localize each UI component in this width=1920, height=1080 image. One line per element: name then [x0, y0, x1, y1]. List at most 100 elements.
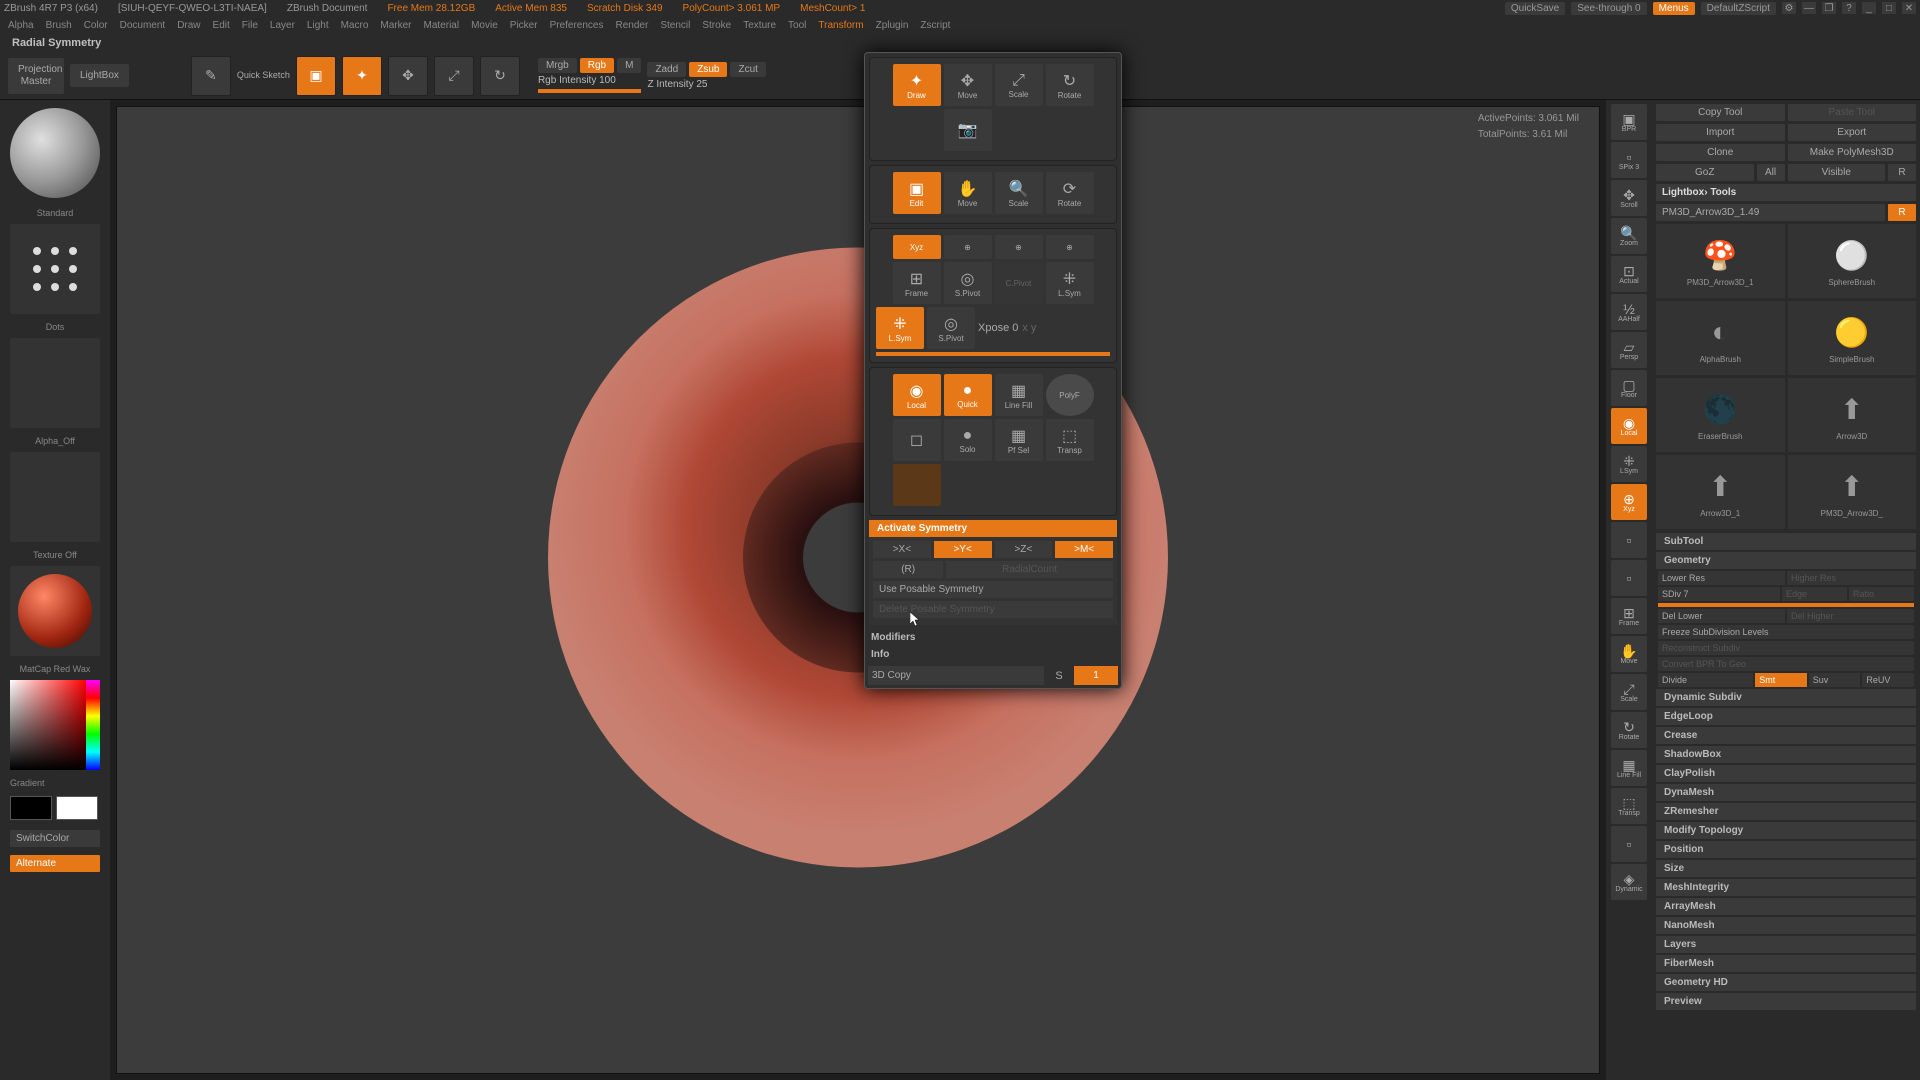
shelf-persp[interactable]: ▱Persp [1611, 332, 1647, 368]
maximize-window-icon[interactable]: □ [1882, 2, 1896, 14]
help-icon[interactable]: ? [1842, 2, 1856, 14]
goz-button[interactable]: GoZ [1656, 164, 1754, 181]
tool-tile-alphabrush[interactable]: ◐AlphaBrush [1656, 301, 1785, 375]
goz-all-button[interactable]: All [1757, 164, 1785, 181]
spivot2-button[interactable]: ◎S.Pivot [927, 307, 975, 349]
menu-color[interactable]: Color [84, 20, 108, 31]
color-picker[interactable] [10, 680, 100, 770]
canvas-viewport[interactable]: ActivePoints: 3.061 Mil TotalPoints: 3.6… [116, 106, 1600, 1074]
gradient-label[interactable]: Gradient [4, 778, 106, 788]
freeze-subdiv-button[interactable]: Freeze SubDivision Levels [1658, 625, 1914, 639]
quick-button[interactable]: ●Quick [944, 374, 992, 416]
shelf-spix-3[interactable]: ▫SPix 3 [1611, 142, 1647, 178]
accordion-shadowbox[interactable]: ShadowBox [1656, 746, 1916, 763]
close-window-icon[interactable]: ✕ [1902, 2, 1916, 14]
divide-button[interactable]: Divide [1658, 673, 1753, 687]
del-higher-button[interactable]: Del Higher [1787, 609, 1914, 623]
tool-tile-pm3d-arrow3d-[interactable]: ⬆PM3D_Arrow3D_ [1788, 455, 1917, 529]
xz-axis-button[interactable]: ⊕ [995, 235, 1043, 259]
material-preview[interactable] [10, 566, 100, 656]
accordion-position[interactable]: Position [1656, 841, 1916, 858]
popup-snapshot-button[interactable]: 📷 [944, 109, 992, 151]
accordion-claypolish[interactable]: ClayPolish [1656, 765, 1916, 782]
shelf-scroll[interactable]: ✥Scroll [1611, 180, 1647, 216]
shelf-floor[interactable]: ▢Floor [1611, 370, 1647, 406]
config-icon[interactable]: ⚙ [1782, 2, 1796, 14]
radial-count-slider[interactable]: RadialCount [946, 561, 1113, 578]
accordion-fibermesh[interactable]: FiberMesh [1656, 955, 1916, 972]
zadd-button[interactable]: Zadd [647, 62, 686, 77]
texture-preview[interactable] [10, 452, 100, 542]
sdiv-track[interactable] [1658, 603, 1914, 607]
menu-tool[interactable]: Tool [788, 20, 806, 31]
radial-sym-button[interactable]: (R) [873, 561, 943, 578]
see-through-slider[interactable]: See-through 0 [1571, 2, 1646, 15]
accordion-layers[interactable]: Layers [1656, 936, 1916, 953]
stroke-preview[interactable] [10, 224, 100, 314]
use-posable-sym-button[interactable]: Use Posable Symmetry [873, 581, 1113, 598]
lightbox-tools-header[interactable]: Lightbox› Tools [1656, 184, 1916, 201]
copy-tool-button[interactable]: Copy Tool [1656, 104, 1785, 121]
popup-draw-button[interactable]: ✦Draw [893, 64, 941, 106]
xpose-slider[interactable]: Xpose 0 [978, 322, 1018, 334]
paste-tool-button[interactable]: Paste Tool [1788, 104, 1917, 121]
menu-stroke[interactable]: Stroke [702, 20, 731, 31]
copy-slider[interactable]: 1 [1074, 666, 1118, 685]
shelf-local[interactable]: ◉Local [1611, 408, 1647, 444]
tool-tile-pm3d-arrow3d-1[interactable]: 🍄PM3D_Arrow3D_1 [1656, 224, 1785, 298]
suv-button[interactable]: Suv [1809, 673, 1861, 687]
shelf-move[interactable]: ✋Move [1611, 636, 1647, 672]
menu-preferences[interactable]: Preferences [550, 20, 604, 31]
quicksave-button[interactable]: QuickSave [1505, 2, 1565, 15]
popup-hand-button[interactable]: ✋Move [944, 172, 992, 214]
shelf-blank-12[interactable]: ▫ [1611, 560, 1647, 596]
lower-res-button[interactable]: Lower Res [1658, 571, 1785, 585]
popup-scale-button[interactable]: ⤢Scale [995, 64, 1043, 106]
accordion-edgeloop[interactable]: EdgeLoop [1656, 708, 1916, 725]
alpha-preview[interactable] [10, 338, 100, 428]
tool-tile-arrow3d-1[interactable]: ⬆Arrow3D_1 [1656, 455, 1785, 529]
menu-zplugin[interactable]: Zplugin [876, 20, 909, 31]
edit-mode-button[interactable]: ▣ [296, 56, 336, 96]
rgb-intensity-slider[interactable]: Rgb Intensity 100 [538, 75, 642, 86]
shelf-frame[interactable]: ⊞Frame [1611, 598, 1647, 634]
shelf-blank-11[interactable]: ▫ [1611, 522, 1647, 558]
accordion-zremesher[interactable]: ZRemesher [1656, 803, 1916, 820]
menu-transform[interactable]: Transform [818, 20, 863, 31]
cpivot-button[interactable]: C.Pivot [995, 262, 1043, 304]
accordion-modify-topology[interactable]: Modify Topology [1656, 822, 1916, 839]
m-button[interactable]: M [617, 58, 641, 73]
scale-mode-button[interactable]: ⤢ [434, 56, 474, 96]
shelf-lsym[interactable]: ⁜LSym [1611, 446, 1647, 482]
popup-move-button[interactable]: ✥Move [944, 64, 992, 106]
higher-res-button[interactable]: Higher Res [1787, 571, 1914, 585]
z-intensity-slider[interactable]: Z Intensity 25 [647, 79, 765, 90]
ratio-button[interactable]: Ratio [1849, 587, 1914, 601]
sym-z-button[interactable]: >Z< [995, 541, 1053, 558]
pfsel-button[interactable]: ▦Pf Sel [995, 419, 1043, 461]
restore-icon[interactable]: ❐ [1822, 2, 1836, 14]
smt-button[interactable]: Smt [1755, 673, 1807, 687]
accordion-subtool[interactable]: SubTool [1656, 533, 1916, 550]
accordion-preview[interactable]: Preview [1656, 993, 1916, 1010]
rgb-intensity-track[interactable] [538, 89, 642, 93]
menu-macro[interactable]: Macro [341, 20, 369, 31]
spivot-button[interactable]: ◎S.Pivot [944, 262, 992, 304]
tool-tile-arrow3d[interactable]: ⬆Arrow3D [1788, 378, 1917, 452]
modifiers-header[interactable]: Modifiers [865, 629, 1121, 646]
delete-posable-sym-button[interactable]: Delete Posable Symmetry [873, 601, 1113, 618]
sym-y-button[interactable]: >Y< [934, 541, 992, 558]
del-lower-button[interactable]: Del Lower [1658, 609, 1785, 623]
cube-button[interactable]: ◻ [893, 419, 941, 461]
minimize-window-icon[interactable]: _ [1862, 2, 1876, 14]
edge-button[interactable]: Edge [1782, 587, 1847, 601]
reconstruct-button[interactable]: Reconstruct Subdiv [1658, 641, 1914, 655]
menu-document[interactable]: Document [120, 20, 166, 31]
xy-axis-button[interactable]: ⊕ [944, 235, 992, 259]
alternate-button[interactable]: Alternate [10, 855, 100, 872]
shelf-dynamic[interactable]: ◈Dynamic [1611, 864, 1647, 900]
shelf-bpr[interactable]: ▣BPR [1611, 104, 1647, 140]
projection-master-button[interactable]: Projection Master [8, 58, 64, 94]
popup-orbit-button[interactable]: ⟳Rotate [1046, 172, 1094, 214]
accordion-dynamic-subdiv[interactable]: Dynamic Subdiv [1656, 689, 1916, 706]
